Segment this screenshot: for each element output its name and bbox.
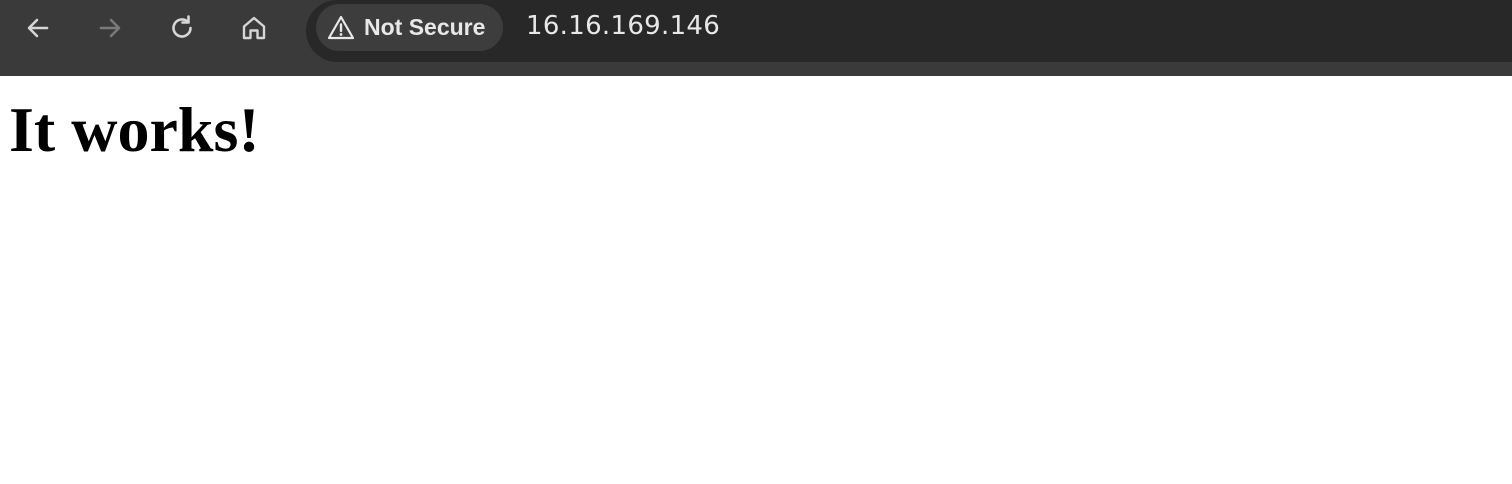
- page-heading: It works!: [9, 94, 260, 165]
- security-indicator[interactable]: Not Secure: [316, 4, 504, 51]
- back-button[interactable]: [16, 6, 60, 50]
- security-label: Not Secure: [364, 14, 486, 40]
- reload-button[interactable]: [160, 6, 204, 50]
- browser-toolbar: Not Secure 16.16.169.146: [0, 0, 1512, 76]
- warning-triangle-icon: [327, 15, 355, 39]
- home-button[interactable]: [232, 6, 276, 50]
- reload-icon: [172, 15, 192, 38]
- address-bar[interactable]: Not Secure 16.16.169.146: [306, 0, 1512, 62]
- page-content: It works!: [0, 76, 1512, 484]
- arrow-left-icon: [27, 18, 49, 38]
- url-text[interactable]: 16.16.169.146: [526, 11, 720, 41]
- home-icon: [242, 16, 266, 40]
- arrow-right-icon: [99, 18, 121, 38]
- forward-button[interactable]: [88, 6, 132, 50]
